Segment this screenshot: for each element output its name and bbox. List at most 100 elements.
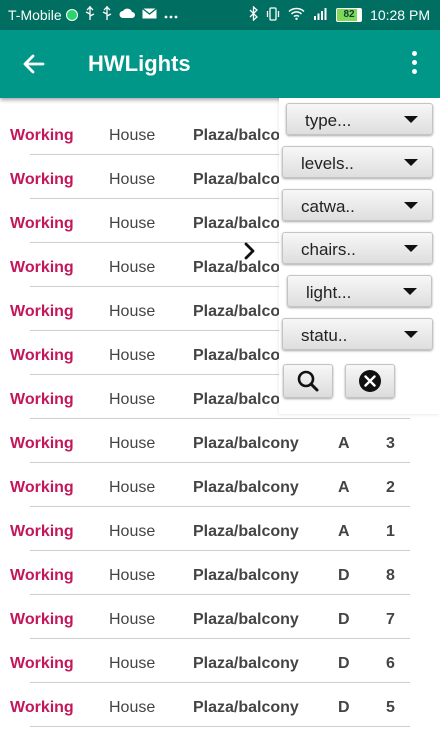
number-text: 7	[386, 611, 395, 628]
status-text: Working	[10, 611, 74, 628]
light-filter-label: light...	[306, 283, 352, 302]
signal-dot-icon	[66, 9, 78, 21]
chairs-filter-label: chairs..	[301, 240, 356, 259]
levels-filter-label: levels..	[301, 154, 354, 173]
list-item[interactable]: Working House Plaza/balcony D 8	[0, 554, 440, 598]
type-text: House	[109, 259, 156, 276]
type-filter-label: type...	[305, 111, 352, 130]
clear-filters-button[interactable]	[345, 364, 395, 398]
more-icon	[164, 7, 178, 23]
type-text: House	[109, 391, 156, 408]
list-item[interactable]: Working House Plaza/balcony D 6	[0, 642, 440, 686]
mail-icon	[142, 7, 157, 23]
search-button[interactable]	[283, 364, 333, 398]
type-text: House	[109, 435, 156, 452]
carrier-label: T-Mobile	[8, 7, 62, 23]
app-title: HWLights	[88, 51, 191, 76]
list-item[interactable]: Working House Plaza/balcony A 2	[0, 466, 440, 510]
location-text: Plaza/balcony	[193, 611, 299, 628]
chairs-filter-dropdown[interactable]: chairs..	[282, 232, 433, 264]
number-text: 8	[386, 567, 395, 584]
location-text: Plaza/balcony	[193, 479, 299, 496]
level-text: D	[338, 699, 350, 716]
bluetooth-icon	[249, 5, 259, 24]
row-divider	[30, 550, 410, 551]
number-text: 5	[386, 699, 395, 716]
caret-down-icon	[403, 288, 417, 295]
row-divider	[30, 726, 410, 727]
status-text: Working	[10, 347, 74, 364]
cloud-icon	[119, 7, 135, 23]
type-text: House	[109, 171, 156, 188]
status-text: Working	[10, 391, 74, 408]
status-text: Working	[10, 215, 74, 232]
caret-down-icon	[404, 159, 418, 166]
row-divider	[30, 506, 410, 507]
type-text: House	[109, 655, 156, 672]
status-text: Working	[10, 259, 74, 276]
list-item[interactable]: Working House Plaza/balcony A 3	[0, 422, 440, 466]
list-item[interactable]: Working House Plaza/balcony D 5	[0, 686, 440, 730]
levels-filter-dropdown[interactable]: levels..	[282, 146, 433, 178]
type-text: House	[109, 215, 156, 232]
list-item[interactable]: Working House Plaza/balcony D 7	[0, 598, 440, 642]
status-text: Working	[10, 699, 74, 716]
status-text: Working	[10, 655, 74, 672]
collapse-panel-button[interactable]	[241, 240, 259, 262]
clear-circle-icon	[359, 370, 381, 392]
number-text: 2	[386, 479, 395, 496]
status-text: Working	[10, 303, 74, 320]
list-item[interactable]: Working House Plaza/balcony A 1	[0, 510, 440, 554]
status-filter-dropdown[interactable]: statu..	[282, 318, 433, 350]
row-divider	[30, 682, 410, 683]
app-bar: HWLights	[0, 30, 440, 98]
type-text: House	[109, 479, 156, 496]
catwalk-filter-dropdown[interactable]: catwa..	[282, 189, 433, 221]
status-text: Working	[10, 479, 74, 496]
light-filter-dropdown[interactable]: light...	[287, 275, 432, 307]
level-text: D	[338, 611, 350, 628]
location-text: Plaza/balcony	[193, 435, 299, 452]
level-text: D	[338, 655, 350, 672]
clock: 10:28 PM	[370, 7, 430, 23]
row-divider	[30, 594, 410, 595]
location-text: Plaza/balcony	[193, 567, 299, 584]
level-text: A	[338, 435, 350, 452]
status-text: Working	[10, 435, 74, 452]
wifi-icon	[288, 7, 305, 23]
notification-icons	[66, 6, 178, 24]
battery-icon: 82	[336, 8, 363, 22]
usb-icon	[85, 6, 95, 24]
type-text: House	[109, 567, 156, 584]
status-text: Working	[10, 127, 74, 144]
row-divider	[30, 418, 410, 419]
status-text: Working	[10, 523, 74, 540]
cell-signal-icon	[313, 7, 328, 23]
number-text: 3	[386, 435, 395, 452]
usb-icon	[102, 6, 112, 24]
number-text: 6	[386, 655, 395, 672]
chevron-right-icon	[244, 242, 255, 260]
row-divider	[30, 638, 410, 639]
status-filter-label: statu..	[301, 326, 348, 345]
level-text: D	[338, 567, 350, 584]
level-text: A	[338, 479, 350, 496]
location-text: Plaza/balcony	[193, 655, 299, 672]
overflow-menu-button[interactable]	[402, 48, 426, 80]
caret-down-icon	[404, 116, 418, 123]
battery-level: 82	[343, 9, 355, 20]
status-text: Working	[10, 171, 74, 188]
caret-down-icon	[404, 245, 418, 252]
row-divider	[30, 462, 410, 463]
type-text: House	[109, 523, 156, 540]
level-text: A	[338, 523, 350, 540]
status-text: Working	[10, 567, 74, 584]
back-button[interactable]	[18, 48, 50, 80]
type-text: House	[109, 611, 156, 628]
caret-down-icon	[404, 202, 418, 209]
type-filter-dropdown[interactable]: type...	[286, 103, 433, 135]
type-text: House	[109, 303, 156, 320]
search-icon	[297, 370, 319, 392]
location-text: Plaza/balcony	[193, 523, 299, 540]
type-text: House	[109, 127, 156, 144]
